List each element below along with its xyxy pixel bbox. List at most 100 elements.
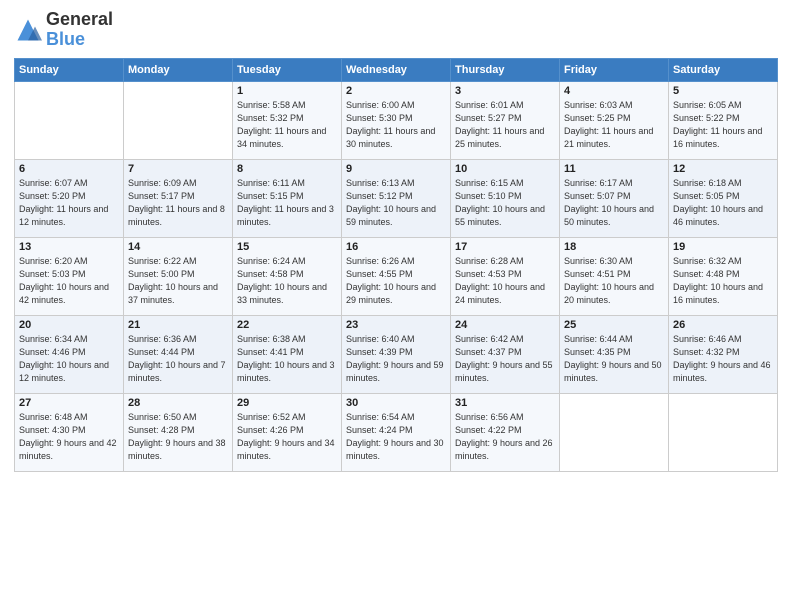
day-cell: 12 Sunrise: 6:18 AMSunset: 5:05 PMDayligh… bbox=[669, 159, 778, 237]
day-info: Sunrise: 6:03 AMSunset: 5:25 PMDaylight:… bbox=[564, 99, 664, 151]
day-number: 5 bbox=[673, 85, 773, 97]
day-info: Sunrise: 6:38 AMSunset: 4:41 PMDaylight:… bbox=[237, 333, 337, 385]
week-row-3: 13 Sunrise: 6:20 AMSunset: 5:03 PMDayligh… bbox=[15, 237, 778, 315]
day-number: 27 bbox=[19, 397, 119, 409]
day-cell: 16Sunrise: 6:26 AMSunset: 4:55 PMDayligh… bbox=[342, 237, 451, 315]
day-info: Sunrise: 6:20 AMSunset: 5:03 PMDaylight:… bbox=[19, 255, 119, 307]
day-number: 13 bbox=[19, 241, 119, 253]
logo-icon bbox=[14, 16, 42, 44]
day-cell: 23 Sunrise: 6:40 AMSunset: 4:39 PMDayligh… bbox=[342, 315, 451, 393]
day-cell: 22 Sunrise: 6:38 AMSunset: 4:41 PMDayligh… bbox=[233, 315, 342, 393]
day-cell: 8 Sunrise: 6:11 AMSunset: 5:15 PMDaylight… bbox=[233, 159, 342, 237]
day-cell: 25 Sunrise: 6:44 AMSunset: 4:35 PMDayligh… bbox=[560, 315, 669, 393]
day-cell: 30Sunrise: 6:54 AMSunset: 4:24 PMDayligh… bbox=[342, 393, 451, 471]
week-row-5: 27Sunrise: 6:48 AMSunset: 4:30 PMDayligh… bbox=[15, 393, 778, 471]
day-cell: 28Sunrise: 6:50 AMSunset: 4:28 PMDayligh… bbox=[124, 393, 233, 471]
day-info: Sunrise: 6:30 AMSunset: 4:51 PMDaylight:… bbox=[564, 255, 664, 307]
day-number: 21 bbox=[128, 319, 228, 331]
day-number: 14 bbox=[128, 241, 228, 253]
day-number: 23 bbox=[346, 319, 446, 331]
day-info: Sunrise: 5:58 AMSunset: 5:32 PMDaylight:… bbox=[237, 99, 337, 151]
day-cell: 3Sunrise: 6:01 AMSunset: 5:27 PMDaylight… bbox=[451, 81, 560, 159]
day-cell: 15 Sunrise: 6:24 AMSunset: 4:58 PMDayligh… bbox=[233, 237, 342, 315]
day-info: Sunrise: 6:46 AMSunset: 4:32 PMDaylight:… bbox=[673, 333, 773, 385]
day-cell: 1 Sunrise: 5:58 AMSunset: 5:32 PMDaylight… bbox=[233, 81, 342, 159]
weekday-header-friday: Friday bbox=[560, 58, 669, 81]
day-cell bbox=[124, 81, 233, 159]
day-number: 1 bbox=[237, 85, 337, 97]
day-info: Sunrise: 6:18 AMSunset: 5:05 PMDaylight:… bbox=[673, 177, 773, 229]
day-info: Sunrise: 6:52 AMSunset: 4:26 PMDaylight:… bbox=[237, 411, 337, 463]
day-number: 4 bbox=[564, 85, 664, 97]
day-number: 28 bbox=[128, 397, 228, 409]
day-number: 9 bbox=[346, 163, 446, 175]
day-number: 7 bbox=[128, 163, 228, 175]
calendar: SundayMondayTuesdayWednesdayThursdayFrid… bbox=[14, 58, 778, 472]
day-number: 22 bbox=[237, 319, 337, 331]
day-number: 16 bbox=[346, 241, 446, 253]
day-number: 3 bbox=[455, 85, 555, 97]
day-info: Sunrise: 6:15 AMSunset: 5:10 PMDaylight:… bbox=[455, 177, 555, 229]
day-cell: 14Sunrise: 6:22 AMSunset: 5:00 PMDayligh… bbox=[124, 237, 233, 315]
day-number: 20 bbox=[19, 319, 119, 331]
day-number: 2 bbox=[346, 85, 446, 97]
day-number: 19 bbox=[673, 241, 773, 253]
day-cell bbox=[15, 81, 124, 159]
day-cell: 17 Sunrise: 6:28 AMSunset: 4:53 PMDayligh… bbox=[451, 237, 560, 315]
day-info: Sunrise: 6:09 AMSunset: 5:17 PMDaylight:… bbox=[128, 177, 228, 229]
logo-text: General Blue bbox=[46, 10, 113, 50]
day-number: 15 bbox=[237, 241, 337, 253]
day-cell bbox=[669, 393, 778, 471]
day-cell: 18 Sunrise: 6:30 AMSunset: 4:51 PMDayligh… bbox=[560, 237, 669, 315]
day-cell: 20 Sunrise: 6:34 AMSunset: 4:46 PMDayligh… bbox=[15, 315, 124, 393]
day-info: Sunrise: 6:05 AMSunset: 5:22 PMDaylight:… bbox=[673, 99, 773, 151]
day-cell: 27Sunrise: 6:48 AMSunset: 4:30 PMDayligh… bbox=[15, 393, 124, 471]
day-number: 30 bbox=[346, 397, 446, 409]
day-number: 17 bbox=[455, 241, 555, 253]
day-cell: 10Sunrise: 6:15 AMSunset: 5:10 PMDayligh… bbox=[451, 159, 560, 237]
day-info: Sunrise: 6:28 AMSunset: 4:53 PMDaylight:… bbox=[455, 255, 555, 307]
day-cell bbox=[560, 393, 669, 471]
header: General Blue bbox=[14, 10, 778, 50]
day-info: Sunrise: 6:07 AMSunset: 5:20 PMDaylight:… bbox=[19, 177, 119, 229]
weekday-header-tuesday: Tuesday bbox=[233, 58, 342, 81]
day-number: 25 bbox=[564, 319, 664, 331]
day-info: Sunrise: 6:32 AMSunset: 4:48 PMDaylight:… bbox=[673, 255, 773, 307]
day-info: Sunrise: 6:34 AMSunset: 4:46 PMDaylight:… bbox=[19, 333, 119, 385]
day-info: Sunrise: 6:11 AMSunset: 5:15 PMDaylight:… bbox=[237, 177, 337, 229]
day-info: Sunrise: 6:24 AMSunset: 4:58 PMDaylight:… bbox=[237, 255, 337, 307]
day-info: Sunrise: 6:36 AMSunset: 4:44 PMDaylight:… bbox=[128, 333, 228, 385]
day-number: 24 bbox=[455, 319, 555, 331]
weekday-header-monday: Monday bbox=[124, 58, 233, 81]
day-number: 8 bbox=[237, 163, 337, 175]
weekday-header-row: SundayMondayTuesdayWednesdayThursdayFrid… bbox=[15, 58, 778, 81]
day-cell: 9 Sunrise: 6:13 AMSunset: 5:12 PMDaylight… bbox=[342, 159, 451, 237]
day-info: Sunrise: 6:17 AMSunset: 5:07 PMDaylight:… bbox=[564, 177, 664, 229]
day-info: Sunrise: 6:13 AMSunset: 5:12 PMDaylight:… bbox=[346, 177, 446, 229]
day-number: 31 bbox=[455, 397, 555, 409]
day-number: 26 bbox=[673, 319, 773, 331]
day-cell: 13 Sunrise: 6:20 AMSunset: 5:03 PMDayligh… bbox=[15, 237, 124, 315]
day-cell: 7 Sunrise: 6:09 AMSunset: 5:17 PMDaylight… bbox=[124, 159, 233, 237]
weekday-header-thursday: Thursday bbox=[451, 58, 560, 81]
day-info: Sunrise: 6:56 AMSunset: 4:22 PMDaylight:… bbox=[455, 411, 555, 463]
day-cell: 31 Sunrise: 6:56 AMSunset: 4:22 PMDayligh… bbox=[451, 393, 560, 471]
day-cell: 26 Sunrise: 6:46 AMSunset: 4:32 PMDayligh… bbox=[669, 315, 778, 393]
weekday-header-wednesday: Wednesday bbox=[342, 58, 451, 81]
weekday-header-sunday: Sunday bbox=[15, 58, 124, 81]
day-info: Sunrise: 6:42 AMSunset: 4:37 PMDaylight:… bbox=[455, 333, 555, 385]
day-info: Sunrise: 6:44 AMSunset: 4:35 PMDaylight:… bbox=[564, 333, 664, 385]
week-row-2: 6 Sunrise: 6:07 AMSunset: 5:20 PMDaylight… bbox=[15, 159, 778, 237]
page: General Blue SundayMondayTuesdayWednesda… bbox=[0, 0, 792, 612]
day-number: 6 bbox=[19, 163, 119, 175]
day-cell: 19 Sunrise: 6:32 AMSunset: 4:48 PMDayligh… bbox=[669, 237, 778, 315]
day-number: 11 bbox=[564, 163, 664, 175]
day-number: 29 bbox=[237, 397, 337, 409]
day-number: 18 bbox=[564, 241, 664, 253]
day-cell: 29 Sunrise: 6:52 AMSunset: 4:26 PMDayligh… bbox=[233, 393, 342, 471]
day-cell: 24 Sunrise: 6:42 AMSunset: 4:37 PMDayligh… bbox=[451, 315, 560, 393]
day-cell: 5 Sunrise: 6:05 AMSunset: 5:22 PMDaylight… bbox=[669, 81, 778, 159]
day-number: 12 bbox=[673, 163, 773, 175]
day-info: Sunrise: 6:40 AMSunset: 4:39 PMDaylight:… bbox=[346, 333, 446, 385]
day-cell: 21 Sunrise: 6:36 AMSunset: 4:44 PMDayligh… bbox=[124, 315, 233, 393]
